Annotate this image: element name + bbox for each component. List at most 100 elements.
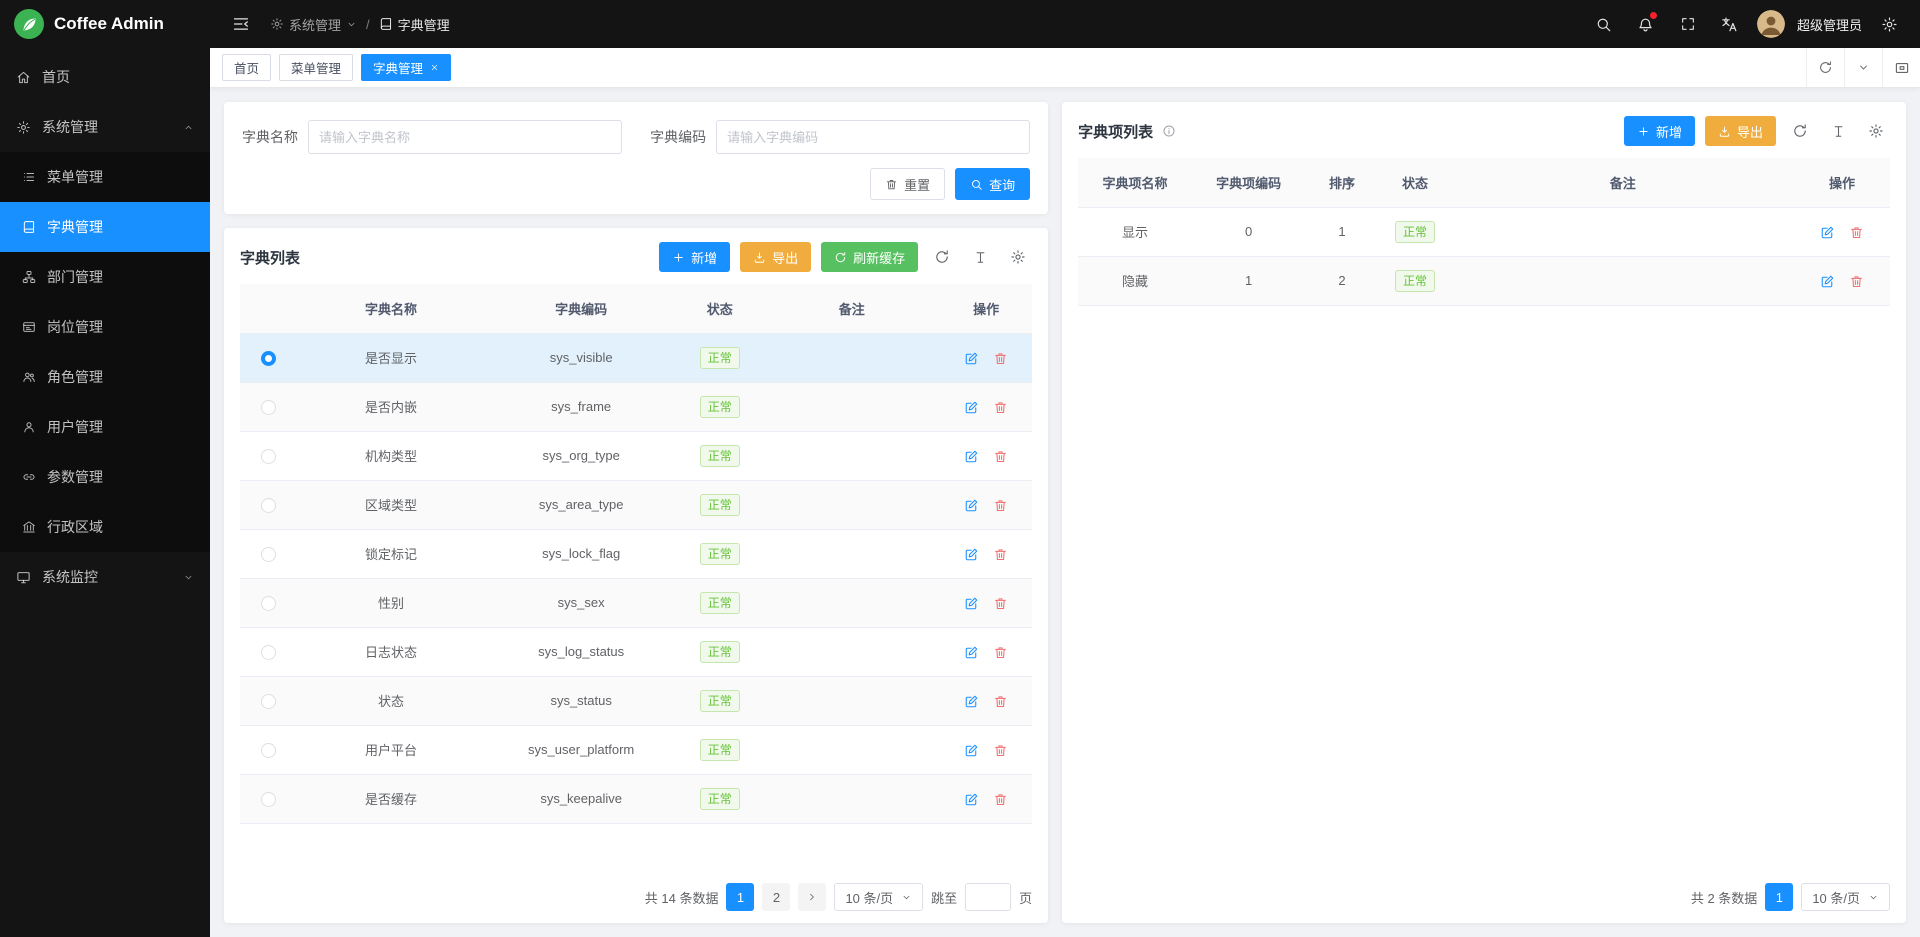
delete-icon[interactable] — [1849, 225, 1864, 240]
text-height-icon[interactable] — [966, 243, 994, 271]
edit-icon[interactable] — [964, 351, 979, 366]
dict-row[interactable]: 是否显示sys_visible正常 — [240, 333, 1032, 382]
page-button-2[interactable]: 2 — [762, 883, 790, 911]
sidebar-item-system-management[interactable]: 系统管理 — [0, 102, 210, 152]
jump-input[interactable] — [965, 883, 1011, 911]
edit-icon[interactable] — [964, 645, 979, 660]
sidebar-item-post-management[interactable]: 岗位管理 — [0, 302, 210, 352]
delete-icon[interactable] — [993, 449, 1008, 464]
dict-row[interactable]: 是否缓存sys_keepalive正常 — [240, 774, 1032, 823]
page-size-select[interactable]: 10 条/页 — [1801, 883, 1890, 911]
reset-button[interactable]: 重置 — [870, 168, 945, 200]
delete-icon[interactable] — [993, 792, 1008, 807]
delete-icon[interactable] — [1849, 274, 1864, 289]
sidebar-item-home[interactable]: 首页 — [0, 52, 210, 102]
delete-icon[interactable] — [993, 547, 1008, 562]
column-header: 备注 — [1452, 158, 1794, 207]
refresh-cache-button[interactable]: 刷新缓存 — [821, 242, 918, 272]
bell-icon[interactable] — [1631, 9, 1661, 39]
dict-row[interactable]: 状态sys_status正常 — [240, 676, 1032, 725]
dict-item-row[interactable]: 隐藏12正常 — [1078, 256, 1890, 305]
sidebar-item-user-management[interactable]: 用户管理 — [0, 402, 210, 452]
text-height-icon[interactable] — [1824, 117, 1852, 145]
delete-icon[interactable] — [993, 645, 1008, 660]
row-radio[interactable] — [261, 694, 276, 709]
download-icon — [753, 251, 766, 264]
edit-icon[interactable] — [964, 547, 979, 562]
delete-icon[interactable] — [993, 596, 1008, 611]
dict-row[interactable]: 机构类型sys_org_type正常 — [240, 431, 1032, 480]
refresh-icon[interactable] — [1786, 117, 1814, 145]
row-radio[interactable] — [261, 400, 276, 415]
dict-item-row[interactable]: 显示01正常 — [1078, 207, 1890, 256]
row-radio[interactable] — [261, 743, 276, 758]
export-dict-items-button[interactable]: 导出 — [1705, 116, 1776, 146]
sidebar-item-menu-management[interactable]: 菜单管理 — [0, 152, 210, 202]
sidebar-item-role-management[interactable]: 角色管理 — [0, 352, 210, 402]
dict-row[interactable]: 用户平台sys_user_platform正常 — [240, 725, 1032, 774]
gear-icon[interactable] — [1862, 117, 1890, 145]
sidebar-item-param-management[interactable]: 参数管理 — [0, 452, 210, 502]
translate-icon[interactable] — [1715, 9, 1745, 39]
row-radio[interactable] — [261, 596, 276, 611]
edit-icon[interactable] — [964, 498, 979, 513]
gear-icon[interactable] — [1004, 243, 1032, 271]
fullscreen-icon[interactable] — [1673, 9, 1703, 39]
delete-icon[interactable] — [993, 351, 1008, 366]
edit-icon[interactable] — [964, 449, 979, 464]
edit-icon[interactable] — [964, 743, 979, 758]
username[interactable]: 超级管理员 — [1797, 15, 1862, 34]
edit-icon[interactable] — [964, 792, 979, 807]
row-radio[interactable] — [261, 792, 276, 807]
dict-row[interactable]: 锁定标记sys_lock_flag正常 — [240, 529, 1032, 578]
row-radio[interactable] — [261, 645, 276, 660]
dict-code-input[interactable] — [716, 120, 1030, 154]
row-radio[interactable] — [261, 351, 276, 366]
query-button[interactable]: 查询 — [955, 168, 1030, 200]
row-radio[interactable] — [261, 449, 276, 464]
delete-icon[interactable] — [993, 400, 1008, 415]
dict-row[interactable]: 区域类型sys_area_type正常 — [240, 480, 1032, 529]
add-dict-item-button[interactable]: 新增 — [1624, 116, 1695, 146]
page-size-select[interactable]: 10 条/页 — [834, 883, 923, 911]
search-icon[interactable] — [1589, 9, 1619, 39]
export-dict-button[interactable]: 导出 — [740, 242, 811, 272]
edit-icon[interactable] — [1820, 225, 1835, 240]
refresh-icon[interactable] — [1806, 48, 1844, 87]
dict-row[interactable]: 性别sys_sex正常 — [240, 578, 1032, 627]
sidebar-item-dept-management[interactable]: 部门管理 — [0, 252, 210, 302]
sidebar-item-system-monitor[interactable]: 系统监控 — [0, 552, 210, 602]
next-page-button[interactable] — [798, 883, 826, 911]
row-radio[interactable] — [261, 547, 276, 562]
page-button-1[interactable]: 1 — [1765, 883, 1793, 911]
menu-fold-icon[interactable] — [226, 9, 256, 39]
dict-name-input[interactable] — [308, 120, 622, 154]
gear-icon[interactable] — [1874, 9, 1904, 39]
tab-menu[interactable]: 菜单管理 — [279, 54, 353, 81]
tab-home[interactable]: 首页 — [222, 54, 271, 81]
edit-icon[interactable] — [964, 596, 979, 611]
edit-icon[interactable] — [964, 694, 979, 709]
sidebar-item-region-management[interactable]: 行政区域 — [0, 502, 210, 552]
edit-icon[interactable] — [1820, 274, 1835, 289]
tab-dict[interactable]: 字典管理 — [361, 54, 451, 81]
dict-row[interactable]: 日志状态sys_log_status正常 — [240, 627, 1032, 676]
delete-icon[interactable] — [993, 498, 1008, 513]
info-icon[interactable] — [1159, 121, 1179, 141]
delete-icon[interactable] — [993, 694, 1008, 709]
radio-column-header — [240, 284, 296, 333]
delete-icon[interactable] — [993, 743, 1008, 758]
app-logo[interactable]: Coffee Admin — [0, 0, 210, 48]
edit-icon[interactable] — [964, 400, 979, 415]
add-dict-button[interactable]: 新增 — [659, 242, 730, 272]
dict-row[interactable]: 是否内嵌sys_frame正常 — [240, 382, 1032, 431]
chevron-down-icon[interactable] — [1844, 48, 1882, 87]
screen-icon[interactable] — [1882, 48, 1920, 87]
avatar[interactable] — [1757, 10, 1785, 38]
breadcrumb-item-system[interactable]: 系统管理 — [270, 15, 357, 34]
refresh-icon[interactable] — [928, 243, 956, 271]
row-radio[interactable] — [261, 498, 276, 513]
close-icon[interactable] — [430, 63, 439, 72]
page-button-1[interactable]: 1 — [726, 883, 754, 911]
sidebar-item-dict-management[interactable]: 字典管理 — [0, 202, 210, 252]
